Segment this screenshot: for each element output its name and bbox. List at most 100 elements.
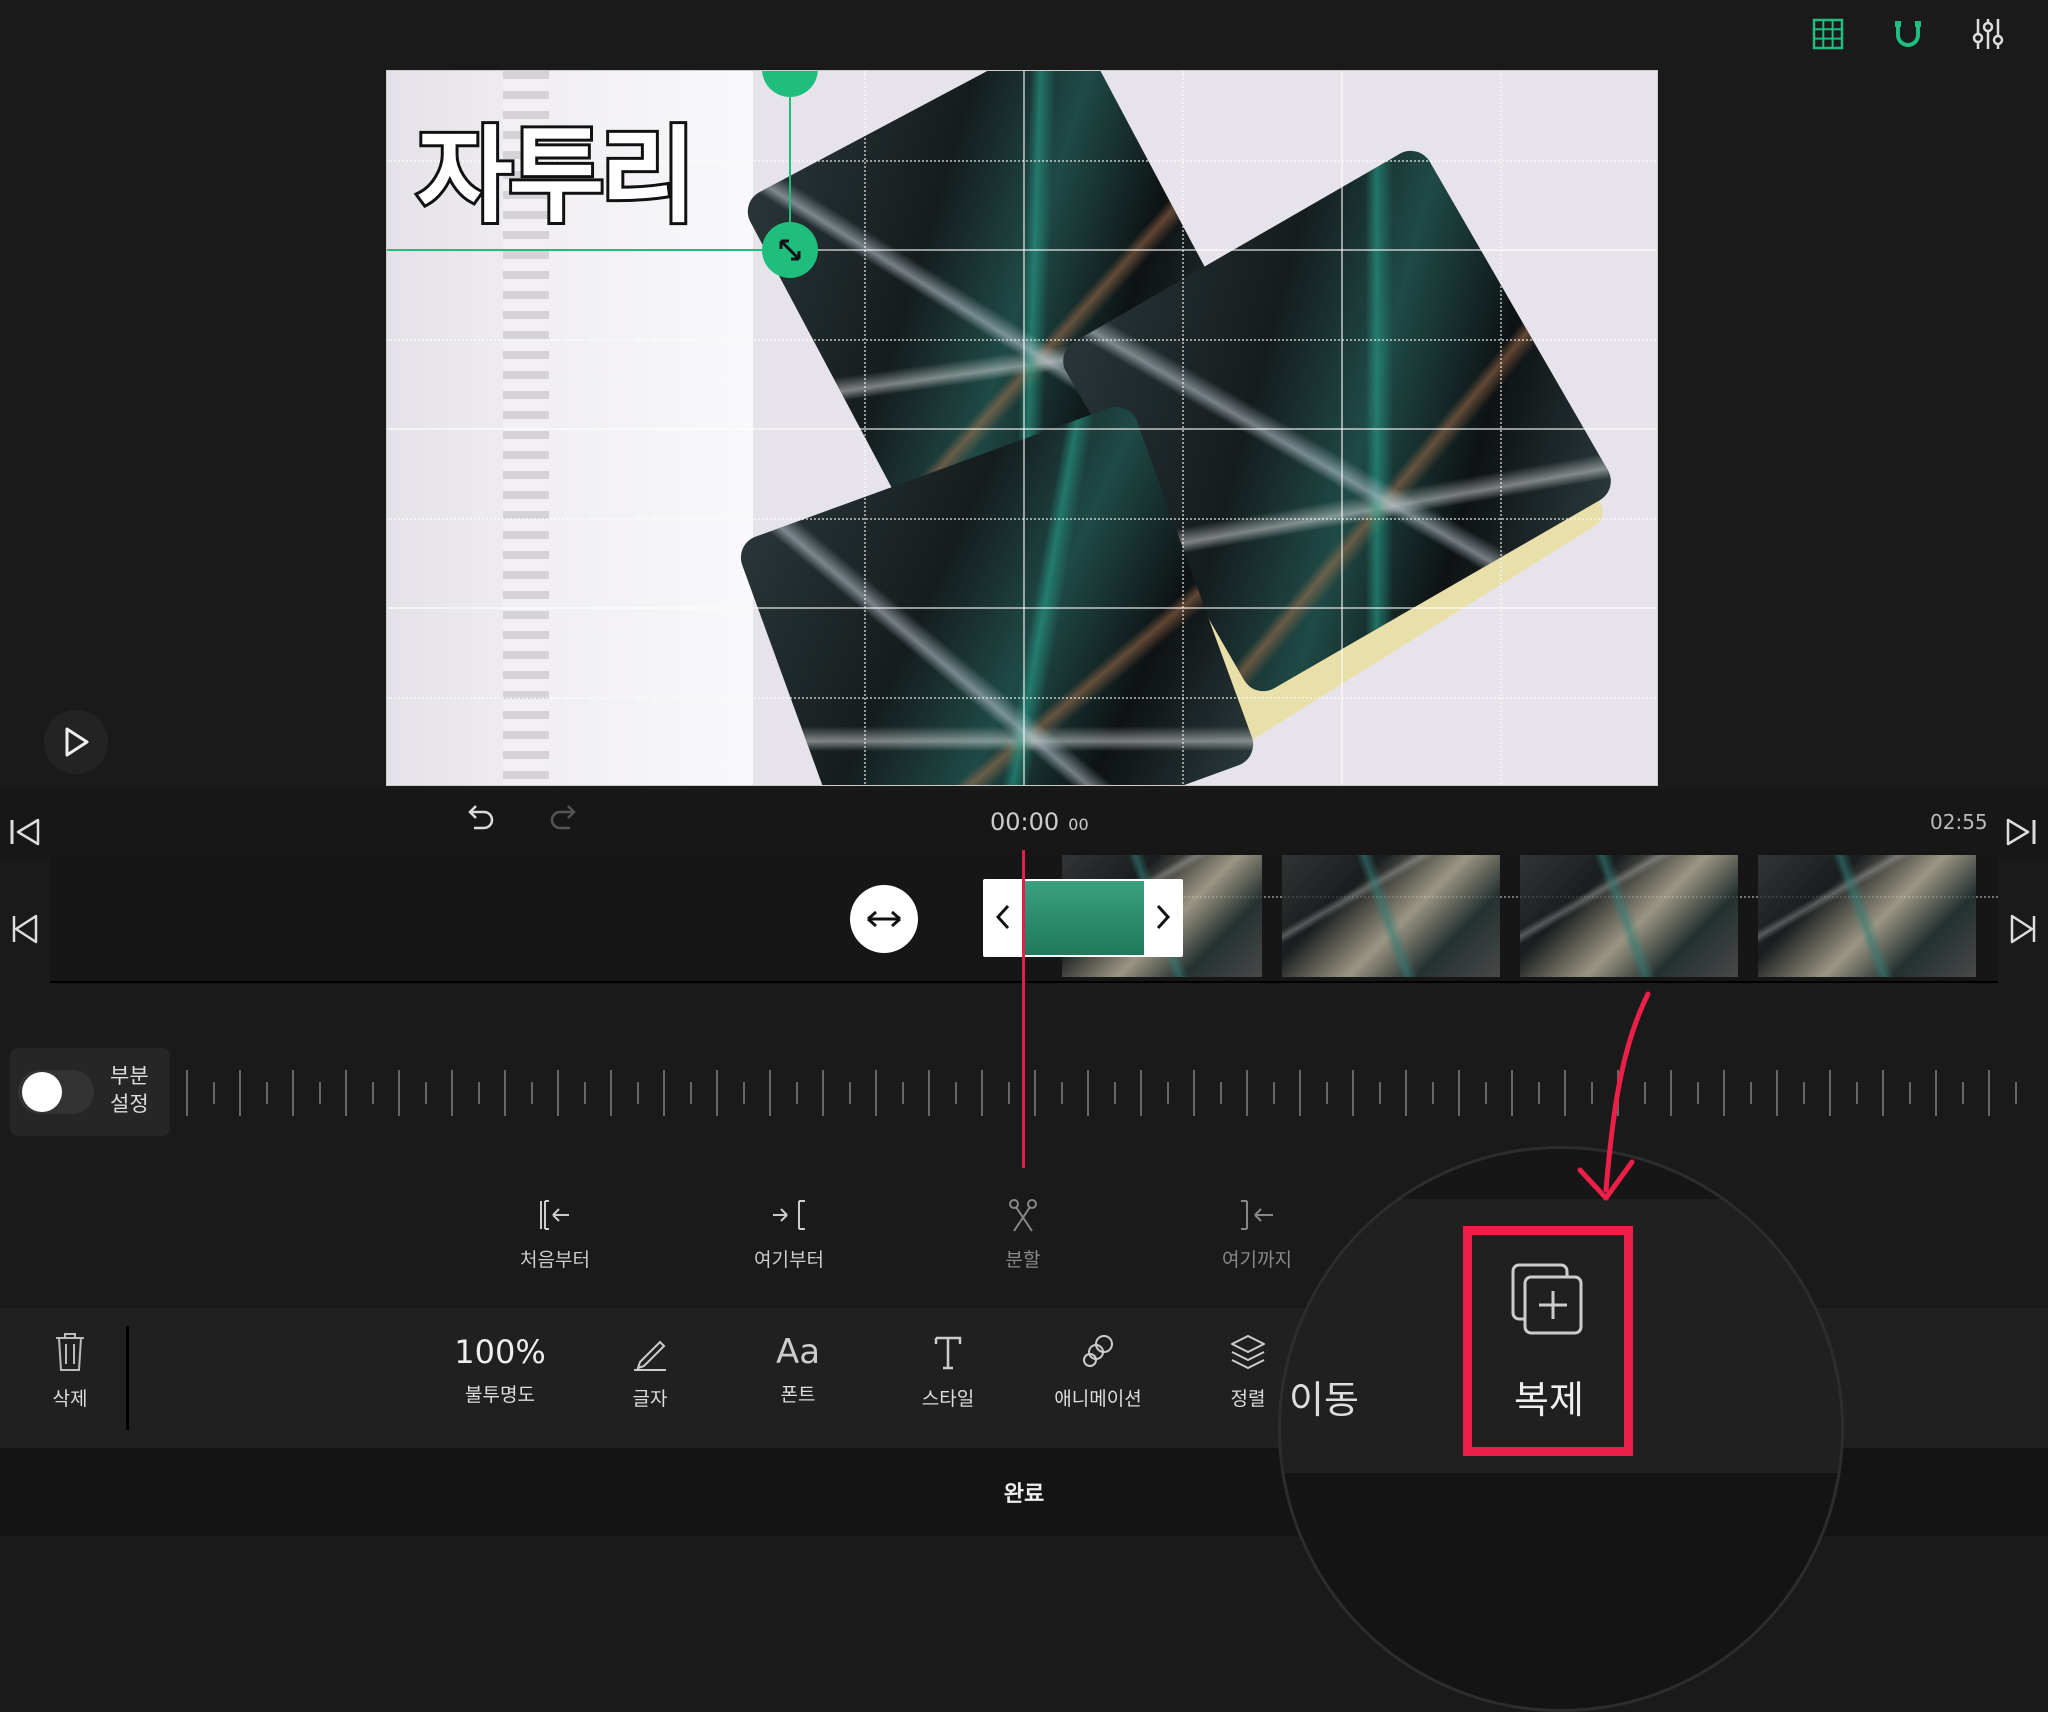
clip-thumbnail[interactable] xyxy=(1520,855,1738,977)
clip-trim-left-handle[interactable] xyxy=(992,900,1014,938)
ruler-tick xyxy=(2014,1082,2017,1104)
ruler-tick xyxy=(663,1070,665,1116)
trash-icon xyxy=(56,1333,84,1371)
time-ruler[interactable] xyxy=(180,1070,2048,1116)
resize-icon xyxy=(779,239,801,261)
ruler-tick xyxy=(636,1082,639,1104)
ruler-tick xyxy=(981,1070,983,1116)
partial-setting-toggle[interactable]: 부분 설정 xyxy=(10,1048,170,1136)
jump-start-button[interactable] xyxy=(8,815,42,853)
clip-thumbnail[interactable] xyxy=(1758,855,1976,977)
split-button[interactable]: 분할 xyxy=(958,1195,1088,1272)
ruler-tick xyxy=(1272,1082,1275,1104)
ruler-tick xyxy=(1696,1082,1699,1104)
from-here-icon xyxy=(773,1200,805,1230)
ruler-tick xyxy=(1458,1070,1460,1116)
ruler-tick xyxy=(1113,1082,1116,1104)
ruler-tick xyxy=(1723,1070,1725,1116)
redo-icon xyxy=(550,805,576,830)
skip-end-icon xyxy=(2006,818,2036,846)
play-button[interactable] xyxy=(44,710,108,774)
animation-button[interactable]: 애니메이션 xyxy=(1038,1330,1158,1411)
ruler-tick xyxy=(1749,1082,1752,1104)
ruler-tick xyxy=(822,1070,824,1116)
play-icon xyxy=(65,727,89,757)
ruler-tick xyxy=(530,1082,533,1104)
trim-from-here-button[interactable]: 여기부터 xyxy=(724,1195,854,1272)
ruler-tick xyxy=(212,1082,215,1104)
text-clip[interactable] xyxy=(1024,881,1144,955)
current-time: 00:00 00 xyxy=(990,808,1089,836)
redo-button[interactable] xyxy=(546,802,582,842)
total-time: 02:55 xyxy=(1930,810,1988,834)
ruler-tick xyxy=(292,1070,294,1116)
clip-thumbnail[interactable] xyxy=(1282,855,1500,977)
ruler-tick xyxy=(1431,1082,1434,1104)
ruler-tick xyxy=(1670,1070,1672,1116)
ruler-tick xyxy=(1776,1070,1778,1116)
toggle-label-line1: 부분 xyxy=(110,1064,149,1088)
playhead[interactable] xyxy=(1022,850,1025,1168)
ruler-tick xyxy=(1140,1070,1142,1116)
undo-button[interactable] xyxy=(462,802,498,842)
ruler-tick xyxy=(239,1070,241,1116)
overlay-text[interactable]: 자투리 xyxy=(414,91,699,242)
ruler-tick xyxy=(265,1082,268,1104)
selection-guide-h xyxy=(387,249,791,251)
animation-icon xyxy=(1083,1335,1113,1367)
ruler-tick xyxy=(1219,1082,1222,1104)
ruler-tick xyxy=(1193,1070,1195,1116)
opacity-button[interactable]: 100% 불투명도 xyxy=(438,1330,562,1407)
chevron-right-icon xyxy=(1156,904,1171,930)
ruler-tick xyxy=(610,1070,612,1116)
ruler-tick xyxy=(1988,1070,1990,1116)
delete-button[interactable]: 삭제 xyxy=(10,1330,130,1411)
font-aa-icon: Aa xyxy=(775,1332,821,1372)
ruler-tick xyxy=(1325,1082,1328,1104)
clip-trim-right-handle[interactable] xyxy=(1152,900,1174,938)
prev-frame-button[interactable] xyxy=(10,912,40,950)
ruler-tick xyxy=(451,1070,453,1116)
resize-handle[interactable] xyxy=(762,222,818,278)
trim-from-start-button[interactable]: 처음부터 xyxy=(490,1195,620,1272)
ruler-tick xyxy=(1007,1082,1010,1104)
ruler-tick xyxy=(901,1082,904,1104)
ruler-tick xyxy=(1855,1082,1858,1104)
magnet-icon[interactable] xyxy=(1886,12,1930,56)
horizontal-arrows-icon xyxy=(867,910,901,928)
video-preview[interactable]: 자투리 xyxy=(386,70,1658,786)
grid-icon[interactable] xyxy=(1806,12,1850,56)
ruler-tick xyxy=(345,1070,347,1116)
ruler-tick xyxy=(1034,1070,1036,1116)
style-button[interactable]: 스타일 xyxy=(888,1330,1008,1411)
font-button[interactable]: Aa 폰트 xyxy=(738,1330,858,1407)
layers-icon xyxy=(1231,1335,1265,1369)
pencil-icon xyxy=(634,1340,666,1371)
prev-frame-icon xyxy=(12,914,38,944)
ruler-tick xyxy=(186,1070,188,1116)
ruler-tick xyxy=(795,1082,798,1104)
ruler-tick xyxy=(1087,1070,1089,1116)
scissors-icon xyxy=(1009,1199,1037,1232)
highlight-box xyxy=(1463,1226,1633,1456)
ruler-tick xyxy=(1802,1082,1805,1104)
text-edit-button[interactable]: 글자 xyxy=(590,1330,710,1411)
done-button[interactable]: 완료 xyxy=(974,1476,1074,1508)
move-clip-handle[interactable] xyxy=(850,885,918,953)
ruler-tick xyxy=(875,1070,877,1116)
ruler-tick xyxy=(1908,1082,1911,1104)
ruler-tick xyxy=(1352,1070,1354,1116)
next-frame-button[interactable] xyxy=(2008,912,2038,950)
ruler-tick xyxy=(1829,1070,1831,1116)
ruler-tick xyxy=(583,1082,586,1104)
ruler-tick xyxy=(1935,1070,1937,1116)
undo-icon xyxy=(468,805,494,830)
jump-end-button[interactable] xyxy=(2004,815,2038,853)
ruler-tick xyxy=(477,1082,480,1104)
ruler-tick xyxy=(769,1070,771,1116)
ruler-tick xyxy=(318,1082,321,1104)
ruler-tick xyxy=(1882,1070,1884,1116)
chevron-left-icon xyxy=(995,904,1010,930)
sliders-icon[interactable] xyxy=(1966,12,2010,56)
ruler-tick xyxy=(1484,1082,1487,1104)
